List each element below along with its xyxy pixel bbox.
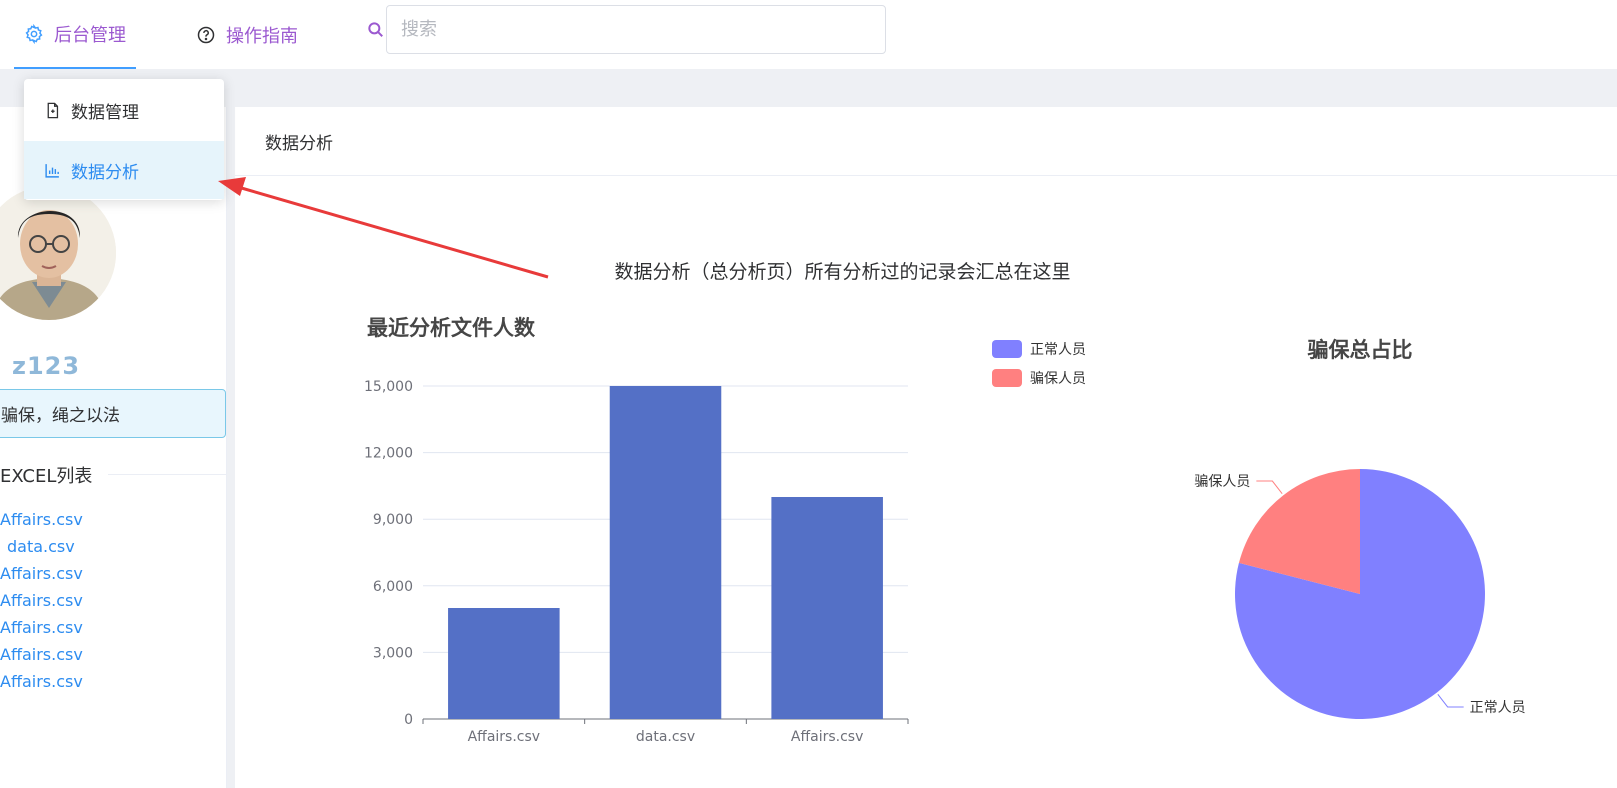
x-tick-label: Affairs.csv — [468, 729, 540, 745]
main-panel: 数据分析 数据分析（总分析页）所有分析过的记录会汇总在这里 最近分析文件人数 0 3… — [235, 107, 1617, 788]
nav-admin-label: 后台管理 — [54, 24, 126, 46]
motto-banner: 骗保，绳之以法 — [0, 389, 226, 438]
file-link[interactable]: Affairs.csv — [0, 618, 83, 645]
pie-leader-line — [1256, 480, 1283, 494]
bar — [448, 608, 560, 719]
file-link[interactable]: Affairs.csv — [0, 510, 83, 537]
y-tick-label: 3,000 — [373, 645, 413, 661]
y-tick-label: 0 — [404, 712, 413, 728]
pie-chart-title: 骗保总占比 — [1308, 338, 1413, 362]
admin-dropdown-menu: 数据管理 数据分析 — [24, 79, 224, 200]
column-gutter — [227, 107, 235, 788]
legend-swatch — [992, 369, 1022, 387]
y-tick-label: 9,000 — [373, 512, 413, 528]
help-icon — [197, 26, 215, 43]
legend-swatch — [992, 340, 1022, 358]
username: z123 — [12, 352, 81, 380]
gear-icon — [25, 23, 43, 44]
file-link[interactable]: Affairs.csv — [0, 564, 83, 591]
file-link[interactable]: data.csv — [0, 537, 83, 564]
nav-guide[interactable]: 操作指南 — [196, 0, 346, 69]
bar-chart-icon — [45, 163, 59, 178]
charts-canvas: 最近分析文件人数 0 3,000 6,000 9,000 12,000 15,000 Affa… — [364, 316, 1526, 745]
x-tick-label: Affairs.csv — [791, 729, 863, 745]
avatar — [0, 186, 116, 320]
menu-item-label: 数据管理 — [71, 102, 139, 123]
excel-file-list: Affairs.csv data.csv Affairs.csv Affairs… — [0, 510, 83, 699]
y-tick-label: 6,000 — [373, 579, 413, 595]
search-icon[interactable] — [366, 20, 386, 40]
y-tick-label: 12,000 — [364, 446, 413, 462]
file-link[interactable]: Affairs.csv — [0, 591, 83, 618]
y-tick-label: 15,000 — [364, 379, 413, 395]
profile-sidebar: z123 骗保，绳之以法 EXCEL列表 Affairs.csv data.cs… — [0, 107, 227, 788]
legend-label: 骗保人员 — [1030, 371, 1086, 387]
menu-item-data-analysis[interactable]: 数据分析 — [24, 141, 224, 199]
document-icon — [47, 102, 59, 118]
file-link[interactable]: Affairs.csv — [0, 645, 83, 672]
top-navbar: 后台管理 操作指南 — [0, 0, 1617, 69]
pie-slice-label: 骗保人员 — [1194, 474, 1250, 490]
pie-leader-line — [1437, 694, 1464, 708]
nav-admin[interactable]: 后台管理 — [14, 0, 136, 69]
bar-chart-title: 最近分析文件人数 — [367, 316, 536, 340]
nav-guide-label: 操作指南 — [226, 25, 298, 47]
motto-text: 骗保，绳之以法 — [1, 406, 120, 426]
x-tick-label: data.csv — [636, 729, 695, 745]
file-link[interactable]: Affairs.csv — [0, 672, 83, 699]
bar — [771, 497, 883, 719]
menu-item-data-management[interactable]: 数据管理 — [24, 81, 224, 139]
menu-item-label: 数据分析 — [71, 162, 139, 183]
search-input[interactable] — [386, 5, 886, 54]
legend-label: 正常人员 — [1030, 342, 1086, 358]
bar — [609, 386, 722, 719]
excel-title-divider — [108, 474, 226, 475]
excel-list-title: EXCEL列表 — [0, 466, 93, 487]
pie-slice-label: 正常人员 — [1470, 700, 1526, 716]
content-background — [0, 69, 1617, 107]
